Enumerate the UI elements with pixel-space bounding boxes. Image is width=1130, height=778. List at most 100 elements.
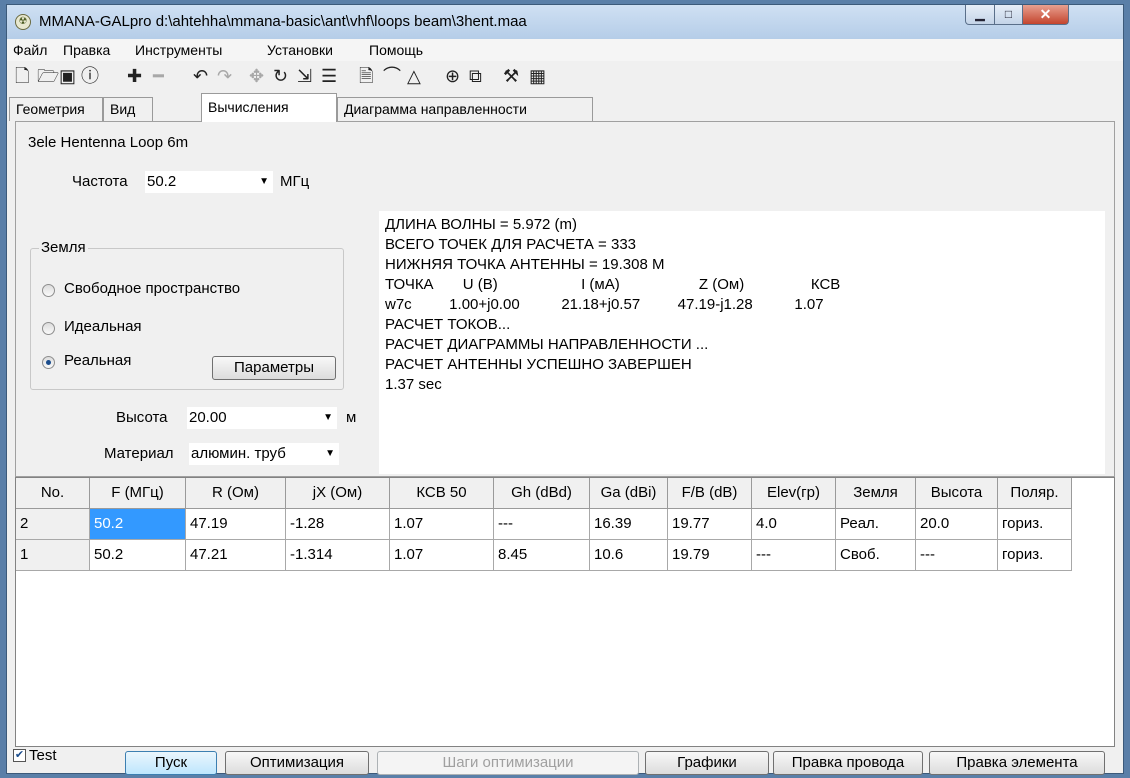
material-combo[interactable]: алюмин. труб ▼ bbox=[188, 442, 340, 466]
radio-ideal[interactable] bbox=[42, 322, 55, 335]
column-header[interactable]: Земля bbox=[836, 478, 916, 509]
column-header[interactable]: КСВ 50 bbox=[390, 478, 494, 509]
parameters-button[interactable]: Параметры bbox=[212, 356, 336, 380]
tab-pattern[interactable]: Диаграмма направленности bbox=[337, 97, 593, 121]
output-line: РАСЧЕТ ТОКОВ... bbox=[385, 316, 511, 333]
column-header[interactable]: Поляр. bbox=[998, 478, 1072, 509]
remove-icon[interactable]: ━ bbox=[153, 65, 164, 87]
table-cell[interactable]: 1.07 bbox=[390, 509, 494, 540]
minimize-button[interactable]: ▁ bbox=[965, 5, 995, 25]
table-cell[interactable]: гориз. bbox=[998, 509, 1072, 540]
table-cell[interactable]: гориз. bbox=[998, 540, 1072, 571]
table-cell[interactable]: 10.6 bbox=[590, 540, 668, 571]
save-disk-icon[interactable]: ▣ bbox=[59, 65, 76, 87]
calculator-icon[interactable]: ▦ bbox=[529, 65, 546, 87]
crosshair-icon[interactable]: ⊕ bbox=[445, 65, 460, 87]
table-cell[interactable]: 50.2 bbox=[90, 509, 186, 540]
frequency-combo[interactable]: 50.2 ▼ bbox=[144, 170, 274, 194]
row-number-cell[interactable]: 2 bbox=[16, 509, 90, 540]
redo-icon[interactable]: ↷ bbox=[217, 65, 232, 87]
maximize-button[interactable]: □ bbox=[994, 5, 1023, 25]
menu-tools[interactable]: Инструменты bbox=[135, 42, 222, 58]
column-header[interactable]: Elev(гр) bbox=[752, 478, 836, 509]
material-label: Материал bbox=[104, 445, 174, 462]
table-cell[interactable]: Реал. bbox=[836, 509, 916, 540]
triangle-icon[interactable]: △ bbox=[407, 65, 421, 87]
radio-real[interactable] bbox=[42, 356, 55, 369]
info-icon[interactable]: ⓘ bbox=[81, 65, 99, 87]
document-icon[interactable]: 🗎 bbox=[359, 65, 373, 87]
chevron-down-icon[interactable]: ▼ bbox=[323, 407, 333, 429]
table-cell[interactable]: 50.2 bbox=[90, 540, 186, 571]
window-title: MMANA-GALpro d:\ahtehha\mmana-basic\ant\… bbox=[39, 13, 527, 30]
close-button[interactable]: ✕ bbox=[1022, 5, 1069, 25]
edit-wire-button[interactable]: Правка провода bbox=[773, 751, 923, 775]
tab-calculation[interactable]: Вычисления bbox=[201, 93, 337, 122]
tools-icon[interactable]: ⚒ bbox=[503, 65, 519, 87]
add-icon[interactable]: ✚ bbox=[127, 65, 142, 87]
table-cell[interactable]: --- bbox=[916, 540, 998, 571]
radio-real-label: Реальная bbox=[64, 352, 132, 369]
optimization-steps-button[interactable]: Шаги оптимизации bbox=[377, 751, 639, 775]
table-cell[interactable]: 4.0 bbox=[752, 509, 836, 540]
radio-free-space[interactable] bbox=[42, 284, 55, 297]
table-cell[interactable]: -1.314 bbox=[286, 540, 390, 571]
output-line: 1.37 sec bbox=[385, 376, 442, 393]
table-cell[interactable]: 19.79 bbox=[668, 540, 752, 571]
column-header[interactable]: Gh (dBd) bbox=[494, 478, 590, 509]
wires-icon[interactable]: ☰ bbox=[321, 65, 337, 87]
curve-icon[interactable]: ⌒ bbox=[383, 65, 401, 87]
import-icon[interactable]: ⇲ bbox=[297, 65, 312, 87]
tab-geometry[interactable]: Геометрия bbox=[9, 97, 103, 121]
tab-view[interactable]: Вид bbox=[103, 97, 153, 121]
menu-edit[interactable]: Правка bbox=[63, 42, 110, 58]
column-header[interactable]: F (МГц) bbox=[90, 478, 186, 509]
new-file-icon[interactable]: 🗋 bbox=[15, 65, 29, 87]
height-combo[interactable]: 20.00 ▼ bbox=[186, 406, 338, 430]
menu-help[interactable]: Помощь bbox=[369, 42, 423, 58]
column-header[interactable]: Ga (dBi) bbox=[590, 478, 668, 509]
table-cell[interactable]: 8.45 bbox=[494, 540, 590, 571]
copy-icon[interactable]: ⧉ bbox=[469, 65, 482, 87]
toolbar: 🗋 🗁 ▣ ⓘ ✚ ━ ↶ ↷ ✥ ↻ ⇲ ☰ 🗎 ⌒ △ ⊕ ⧉ ⚒ ▦ bbox=[7, 61, 1123, 91]
results-output[interactable]: ДЛИНА ВОЛНЫ = 5.972 (m) ВСЕГО ТОЧЕК ДЛЯ … bbox=[378, 210, 1106, 475]
antenna-name: 3ele Hentenna Loop 6m bbox=[28, 134, 189, 151]
column-header[interactable]: F/B (dB) bbox=[668, 478, 752, 509]
output-line: НИЖНЯЯ ТОЧКА АНТЕННЫ = 19.308 М bbox=[385, 256, 665, 273]
table-cell[interactable]: -1.28 bbox=[286, 509, 390, 540]
column-header[interactable]: R (Ом) bbox=[186, 478, 286, 509]
edit-element-button[interactable]: Правка элемента bbox=[929, 751, 1105, 775]
table-cell[interactable]: 47.21 bbox=[186, 540, 286, 571]
table-cell[interactable]: 19.77 bbox=[668, 509, 752, 540]
app-icon[interactable]: ☢ bbox=[15, 14, 31, 30]
chevron-down-icon[interactable]: ▼ bbox=[259, 171, 269, 193]
open-folder-icon[interactable]: 🗁 bbox=[37, 65, 59, 87]
test-label: Test bbox=[29, 747, 57, 764]
height-value: 20.00 bbox=[189, 409, 227, 426]
title-bar[interactable]: ☢ MMANA-GALpro d:\ahtehha\mmana-basic\an… bbox=[7, 5, 1123, 39]
graphs-button[interactable]: Графики bbox=[645, 751, 769, 775]
table-cell[interactable]: 20.0 bbox=[916, 509, 998, 540]
undo-icon[interactable]: ↶ bbox=[193, 65, 208, 87]
table-cell[interactable]: 47.19 bbox=[186, 509, 286, 540]
optimize-button[interactable]: Оптимизация bbox=[225, 751, 369, 775]
table-cell[interactable]: 1.07 bbox=[390, 540, 494, 571]
chevron-down-icon[interactable]: ▼ bbox=[325, 443, 335, 465]
table-cell[interactable]: --- bbox=[752, 540, 836, 571]
column-header[interactable]: jX (Ом) bbox=[286, 478, 390, 509]
move-icon[interactable]: ✥ bbox=[249, 65, 264, 87]
test-checkbox[interactable]: ✔ bbox=[13, 749, 26, 762]
bottom-bar: ✔ Test Пуск Оптимизация Шаги оптимизации… bbox=[7, 747, 1123, 775]
table-cell[interactable]: 16.39 bbox=[590, 509, 668, 540]
rotate-icon[interactable]: ↻ bbox=[273, 65, 288, 87]
table-cell[interactable]: Своб. bbox=[836, 540, 916, 571]
results-table[interactable]: No. F (МГц) R (Ом) jX (Ом) КСВ 50 Gh (dBd) Ga … bbox=[15, 477, 1115, 747]
column-header[interactable]: Высота bbox=[916, 478, 998, 509]
table-cell[interactable]: --- bbox=[494, 509, 590, 540]
menu-settings[interactable]: Установки bbox=[267, 42, 333, 58]
run-button[interactable]: Пуск bbox=[125, 751, 217, 775]
row-number-cell[interactable]: 1 bbox=[16, 540, 90, 571]
output-line: w7c 1.00+j0.00 21.18+j0.57 47.19-j1.28 1… bbox=[385, 296, 824, 313]
column-header[interactable]: No. bbox=[16, 478, 90, 509]
menu-file[interactable]: Файл bbox=[13, 42, 47, 58]
